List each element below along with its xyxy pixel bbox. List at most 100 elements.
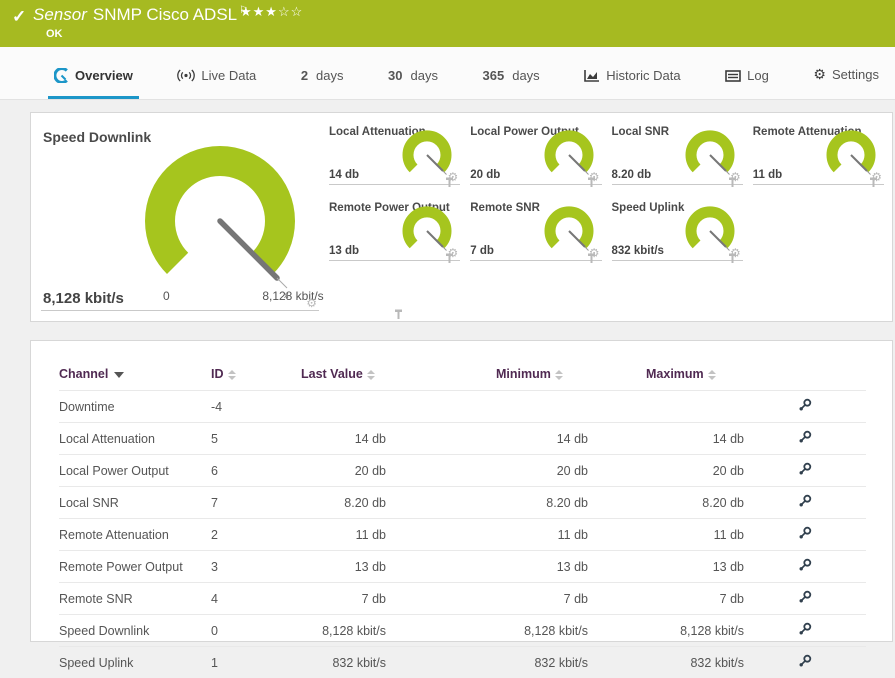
col-last-value[interactable]: Last Value (301, 355, 496, 391)
priority-stars[interactable]: ★★★☆☆ (240, 4, 303, 20)
channel-minimum: 7 db (496, 583, 646, 615)
gauge-value: 8,128 kbit/s (43, 290, 124, 307)
sort-icon (708, 370, 716, 380)
tab-2-days[interactable]: 2 days (295, 68, 350, 99)
tab-live-data[interactable]: Live Data (171, 68, 262, 99)
channel-id: 3 (211, 551, 301, 583)
empty-cell (753, 199, 884, 261)
table-row[interactable]: Local Power Output 6 20 db 20 db 20 db (59, 455, 866, 487)
channel-name[interactable]: Remote Attenuation (59, 519, 211, 551)
channel-minimum (496, 391, 646, 423)
page-title: SensorSNMP Cisco ADSL⚐ (33, 5, 248, 25)
sort-icon (555, 370, 563, 380)
channel-last-value: 832 kbit/s (301, 647, 496, 678)
table-row[interactable]: Local SNR 7 8.20 db 8.20 db 8.20 db (59, 487, 866, 519)
channel-name[interactable]: Local Attenuation (59, 423, 211, 455)
edit-channel-wrench-icon[interactable] (798, 654, 812, 668)
channel-minimum: 832 kbit/s (496, 647, 646, 678)
gear-icon[interactable]: ⚙ (306, 297, 317, 309)
channel-maximum: 11 db (646, 519, 796, 551)
channel-id: 2 (211, 519, 301, 551)
channel-name[interactable]: Remote SNR (59, 583, 211, 615)
pin-icon[interactable] (445, 177, 454, 188)
table-row[interactable]: Remote Attenuation 2 11 db 11 db 11 db (59, 519, 866, 551)
gauge-local-snr: Local SNR 8.20 db ⚙ (612, 123, 743, 185)
gauges-panel: Speed Downlink x 0 8,128 kbit/s 8,128 kb… (30, 112, 893, 322)
table-row[interactable]: Remote Power Output 3 13 db 13 db 13 db (59, 551, 866, 583)
pin-icon[interactable] (869, 177, 878, 188)
tab-365-days[interactable]: 365 days (477, 68, 546, 99)
gear-icon: ⚙ (813, 66, 826, 83)
tab-overview[interactable]: Overview (48, 68, 139, 99)
channel-last-value: 11 db (301, 519, 496, 551)
tab-historic-data[interactable]: Historic Data (578, 68, 686, 99)
col-maximum[interactable]: Maximum (646, 355, 796, 391)
gauge-local-power-output: Local Power Output 20 db ⚙ (470, 123, 601, 185)
tab-log[interactable]: Log (719, 68, 775, 99)
channel-last-value: 7 db (301, 583, 496, 615)
table-row[interactable]: Local Attenuation 5 14 db 14 db 14 db (59, 423, 866, 455)
channel-minimum: 14 db (496, 423, 646, 455)
edit-channel-wrench-icon[interactable] (798, 526, 812, 540)
channel-id: 1 (211, 647, 301, 678)
channel-maximum: 832 kbit/s (646, 647, 796, 678)
title-prefix: Sensor (33, 5, 87, 24)
gauge-icon (54, 68, 69, 83)
gauge-remote-snr: Remote SNR 7 db ⚙ (470, 199, 601, 261)
sort-icon (367, 370, 375, 380)
pin-icon[interactable] (728, 253, 737, 264)
sensor-status-bar: ✓ SensorSNMP Cisco ADSL⚐ ★★★☆☆ OK (0, 0, 895, 47)
edit-channel-wrench-icon[interactable] (798, 398, 812, 412)
pin-icon[interactable] (587, 177, 596, 188)
status-badge: OK (46, 28, 63, 40)
channel-name[interactable]: Remote Power Output (59, 551, 211, 583)
edit-channel-wrench-icon[interactable] (798, 494, 812, 508)
channel-id: -4 (211, 391, 301, 423)
channel-id: 7 (211, 487, 301, 519)
channel-last-value: 8.20 db (301, 487, 496, 519)
channel-maximum: 8.20 db (646, 487, 796, 519)
pin-icon[interactable] (587, 253, 596, 264)
channel-minimum: 13 db (496, 551, 646, 583)
tab-30-days[interactable]: 30 days (382, 68, 444, 99)
edit-channel-wrench-icon[interactable] (798, 430, 812, 444)
table-row[interactable]: Speed Uplink 1 832 kbit/s 832 kbit/s 832… (59, 647, 866, 678)
broadcast-icon (177, 69, 195, 82)
table-row[interactable]: Downtime -4 (59, 391, 866, 423)
channel-name[interactable]: Speed Uplink (59, 647, 211, 678)
channel-id: 4 (211, 583, 301, 615)
tab-settings[interactable]: ⚙ Settings (807, 66, 885, 99)
channel-name[interactable]: Downtime (59, 391, 211, 423)
channel-minimum: 8.20 db (496, 487, 646, 519)
gauge-scale-min: 0 (163, 289, 170, 303)
channel-maximum: 14 db (646, 423, 796, 455)
channels-table: Channel ID Last Value Minimum Maximum Do… (59, 355, 866, 678)
gauge-speed-uplink: Speed Uplink 832 kbit/s ⚙ (612, 199, 743, 261)
channel-last-value: 13 db (301, 551, 496, 583)
channel-id: 5 (211, 423, 301, 455)
edit-channel-wrench-icon[interactable] (798, 462, 812, 476)
channel-id: 6 (211, 455, 301, 487)
edit-channel-wrench-icon[interactable] (798, 558, 812, 572)
main-gauge-speed-downlink: Speed Downlink x 0 8,128 kbit/s 8,128 kb… (41, 123, 319, 311)
pin-icon[interactable] (445, 253, 454, 264)
sort-icon (228, 370, 236, 380)
channel-maximum (646, 391, 796, 423)
pin-icon[interactable] (728, 177, 737, 188)
table-row[interactable]: Remote SNR 4 7 db 7 db 7 db (59, 583, 866, 615)
channel-name[interactable]: Local SNR (59, 487, 211, 519)
col-id[interactable]: ID (211, 355, 301, 391)
channel-minimum: 11 db (496, 519, 646, 551)
col-minimum[interactable]: Minimum (496, 355, 646, 391)
small-gauges-grid: Local Attenuation 14 db ⚙ Local Power Ou… (329, 123, 884, 261)
gauge-remote-attenuation: Remote Attenuation 11 db ⚙ (753, 123, 884, 185)
channel-name[interactable]: Local Power Output (59, 455, 211, 487)
edit-channel-wrench-icon[interactable] (798, 590, 812, 604)
edit-channel-wrench-icon[interactable] (798, 622, 812, 636)
col-actions (796, 355, 866, 391)
col-channel[interactable]: Channel (59, 355, 211, 391)
speed-downlink-gauge: x (129, 135, 311, 303)
channel-last-value: 14 db (301, 423, 496, 455)
pin-icon[interactable] (394, 309, 403, 320)
log-icon (725, 70, 741, 82)
